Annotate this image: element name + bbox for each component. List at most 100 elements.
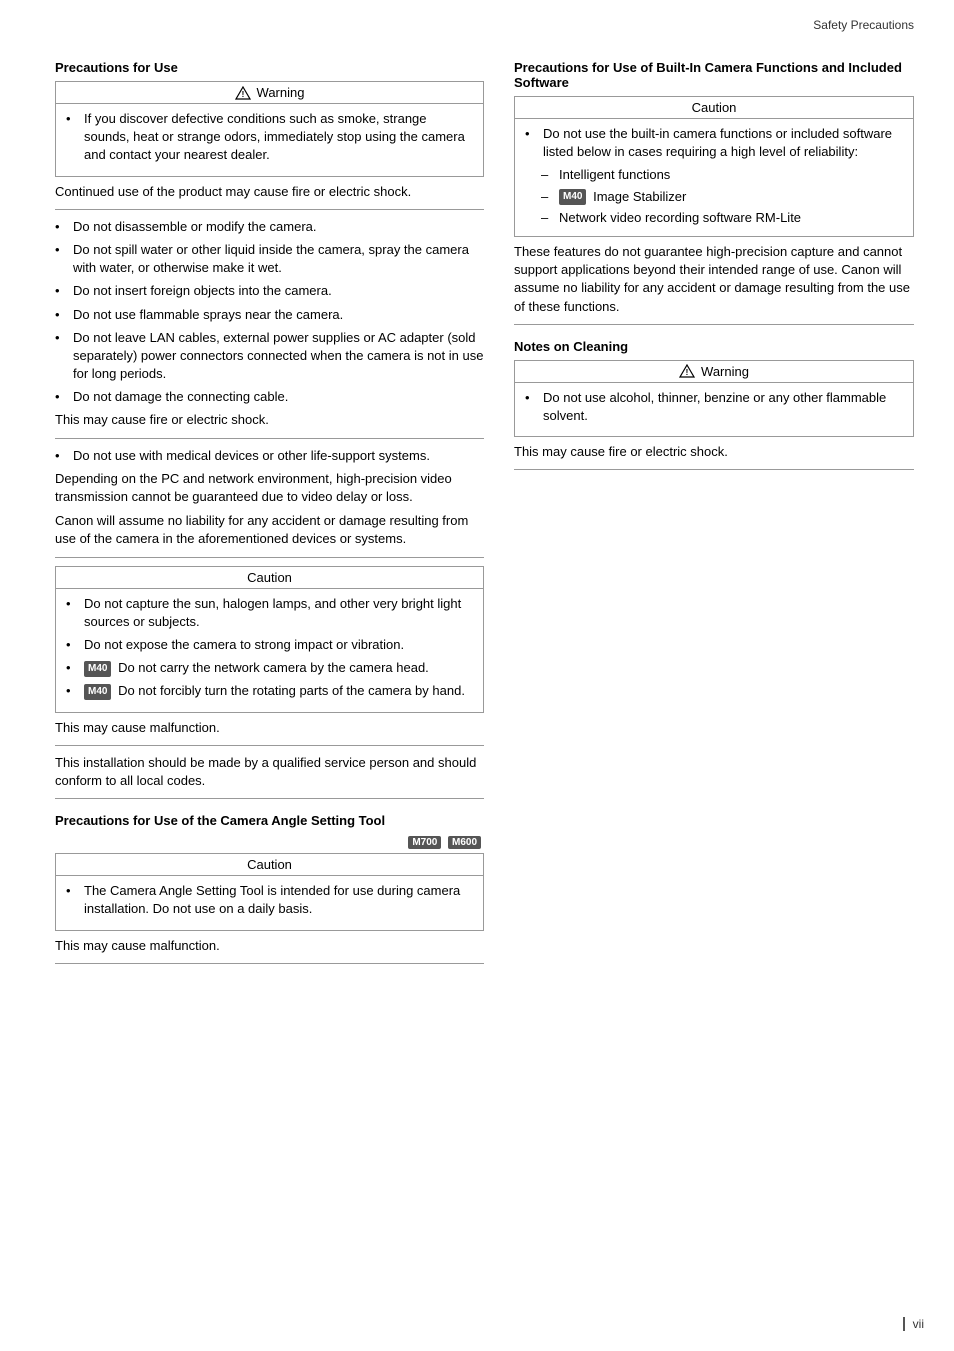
sub-item-label: Image Stabilizer bbox=[593, 189, 686, 204]
caution-body-builtin: • Do not use the built-in camera functio… bbox=[515, 119, 913, 236]
caution-header-builtin: Caution bbox=[515, 97, 913, 119]
item-text: Do not use the built-in camera functions… bbox=[543, 125, 903, 161]
sub-item-text: M40 Image Stabilizer bbox=[559, 188, 686, 206]
item-text: If you discover defective conditions suc… bbox=[84, 110, 473, 165]
note-canon-liability: Canon will assume no liability for any a… bbox=[55, 512, 484, 548]
note-fire-shock-2: This may cause fire or electric shock. bbox=[55, 411, 484, 429]
item-text: Do not disassemble or modify the camera. bbox=[73, 218, 484, 236]
bullet-icon: • bbox=[66, 110, 80, 128]
list-item: • Do not expose the camera to strong imp… bbox=[66, 636, 473, 654]
list-item: • If you discover defective conditions s… bbox=[66, 110, 473, 165]
caution-box-camera-angle: Caution • The Camera Angle Setting Tool … bbox=[55, 853, 484, 930]
warning-header: ! Warning bbox=[56, 82, 483, 104]
badge-item-text: Do not forcibly turn the rotating parts … bbox=[118, 683, 465, 698]
list-item: • Do not leave LAN cables, external powe… bbox=[55, 329, 484, 384]
bullet-icon: • bbox=[55, 282, 69, 300]
list-item: • Do not disassemble or modify the camer… bbox=[55, 218, 484, 236]
precautions-for-use-title: Precautions for Use bbox=[55, 60, 484, 75]
item-text: The Camera Angle Setting Tool is intende… bbox=[84, 882, 473, 918]
list-item: • Do not damage the connecting cable. bbox=[55, 388, 484, 406]
bullet-icon: • bbox=[66, 595, 80, 613]
bullet-icon: • bbox=[55, 218, 69, 236]
divider bbox=[514, 324, 914, 325]
warning-label: Warning bbox=[257, 85, 305, 100]
caution-box-builtin: Caution • Do not use the built-in camera… bbox=[514, 96, 914, 237]
caution-label-2: Caution bbox=[247, 857, 292, 872]
item-text: Do not use flammable sprays near the cam… bbox=[73, 306, 484, 324]
bullet-icon: • bbox=[66, 636, 80, 654]
divider bbox=[55, 209, 484, 210]
list-item: • M40 Do not carry the network camera by… bbox=[66, 659, 473, 677]
item-text: Do not use with medical devices or other… bbox=[73, 447, 484, 465]
caution-label: Caution bbox=[247, 570, 292, 585]
warning-body-cleaning: • Do not use alcohol, thinner, benzine o… bbox=[515, 383, 913, 436]
m600-badge: M600 bbox=[448, 836, 481, 849]
caution-label-builtin: Caution bbox=[692, 100, 737, 115]
bullet-icon: • bbox=[55, 447, 69, 465]
sub-item-text: Network video recording software RM-Lite bbox=[559, 209, 801, 227]
note-pc-network: Depending on the PC and network environm… bbox=[55, 470, 484, 506]
bullets-group-1: • Do not disassemble or modify the camer… bbox=[55, 218, 484, 407]
list-item: • Do not use with medical devices or oth… bbox=[55, 447, 484, 465]
dash-icon: – bbox=[541, 188, 555, 206]
caution-box-use: Caution • Do not capture the sun, haloge… bbox=[55, 566, 484, 713]
camera-angle-badges: M700 M600 bbox=[55, 834, 484, 849]
bullet-icon: • bbox=[55, 306, 69, 324]
divider bbox=[55, 557, 484, 558]
bullet-icon: • bbox=[66, 682, 80, 700]
bullet-icon: • bbox=[66, 659, 80, 677]
page-title: Safety Precautions bbox=[813, 18, 914, 32]
bullet-icon: • bbox=[66, 882, 80, 900]
caution-body-2: • The Camera Angle Setting Tool is inten… bbox=[56, 876, 483, 929]
list-item: • Do not capture the sun, halogen lamps,… bbox=[66, 595, 473, 631]
svg-text:!: ! bbox=[686, 368, 689, 377]
dash-icon: – bbox=[541, 209, 555, 227]
warning-body: • If you discover defective conditions s… bbox=[56, 104, 483, 176]
list-item: • M40 Do not forcibly turn the rotating … bbox=[66, 682, 473, 700]
warning-box-use: ! Warning • If you discover defective co… bbox=[55, 81, 484, 177]
item-text: Do not leave LAN cables, external power … bbox=[73, 329, 484, 384]
item-text: Do not damage the connecting cable. bbox=[73, 388, 484, 406]
note-fire-shock-1: Continued use of the product may cause f… bbox=[55, 183, 484, 201]
note-installation: This installation should be made by a qu… bbox=[55, 754, 484, 790]
list-item: • Do not use flammable sprays near the c… bbox=[55, 306, 484, 324]
m40-badge: M40 bbox=[559, 189, 586, 205]
camera-angle-title: Precautions for Use of the Camera Angle … bbox=[55, 813, 484, 828]
note-no-guarantee: These features do not guarantee high-pre… bbox=[514, 243, 914, 316]
sub-list-item: – Network video recording software RM-Li… bbox=[541, 209, 903, 227]
sub-item-text: Intelligent functions bbox=[559, 166, 670, 184]
bullet-icon: • bbox=[525, 389, 539, 407]
divider bbox=[55, 745, 484, 746]
item-text: M40 Do not forcibly turn the rotating pa… bbox=[84, 682, 473, 700]
page-number: vii bbox=[903, 1317, 924, 1331]
left-column: Precautions for Use ! Warning • If you d… bbox=[55, 60, 484, 972]
warning-label-cleaning: Warning bbox=[701, 364, 749, 379]
caution-body: • Do not capture the sun, halogen lamps,… bbox=[56, 589, 483, 712]
notes-cleaning-title: Notes on Cleaning bbox=[514, 339, 914, 354]
dash-icon: – bbox=[541, 166, 555, 184]
right-column: Precautions for Use of Built-In Camera F… bbox=[514, 60, 914, 972]
warning-icon: ! bbox=[235, 86, 251, 100]
caution-header: Caution bbox=[56, 567, 483, 589]
item-text: M40 Do not carry the network camera by t… bbox=[84, 659, 473, 677]
list-item: • Do not insert foreign objects into the… bbox=[55, 282, 484, 300]
warning-box-cleaning: ! Warning • Do not use alcohol, thinner,… bbox=[514, 360, 914, 437]
list-item: • Do not use alcohol, thinner, benzine o… bbox=[525, 389, 903, 425]
bullet-icon: • bbox=[55, 241, 69, 259]
bullet-icon: • bbox=[55, 329, 69, 347]
bullet-icon: • bbox=[525, 125, 539, 143]
item-text: Do not capture the sun, halogen lamps, a… bbox=[84, 595, 473, 631]
note-malfunction-2: This may cause malfunction. bbox=[55, 937, 484, 955]
note-fire-shock-cleaning: This may cause fire or electric shock. bbox=[514, 443, 914, 461]
note-malfunction-1: This may cause malfunction. bbox=[55, 719, 484, 737]
list-item: • Do not spill water or other liquid ins… bbox=[55, 241, 484, 277]
m700-badge: M700 bbox=[408, 836, 441, 849]
sub-list-item: – M40 Image Stabilizer bbox=[541, 188, 903, 206]
caution-header-2: Caution bbox=[56, 854, 483, 876]
warning-header-cleaning: ! Warning bbox=[515, 361, 913, 383]
m40-badge: M40 bbox=[84, 684, 111, 700]
warning-icon-cleaning: ! bbox=[679, 364, 695, 378]
m40-badge: M40 bbox=[84, 661, 111, 677]
bullet-icon: • bbox=[55, 388, 69, 406]
divider bbox=[514, 469, 914, 470]
